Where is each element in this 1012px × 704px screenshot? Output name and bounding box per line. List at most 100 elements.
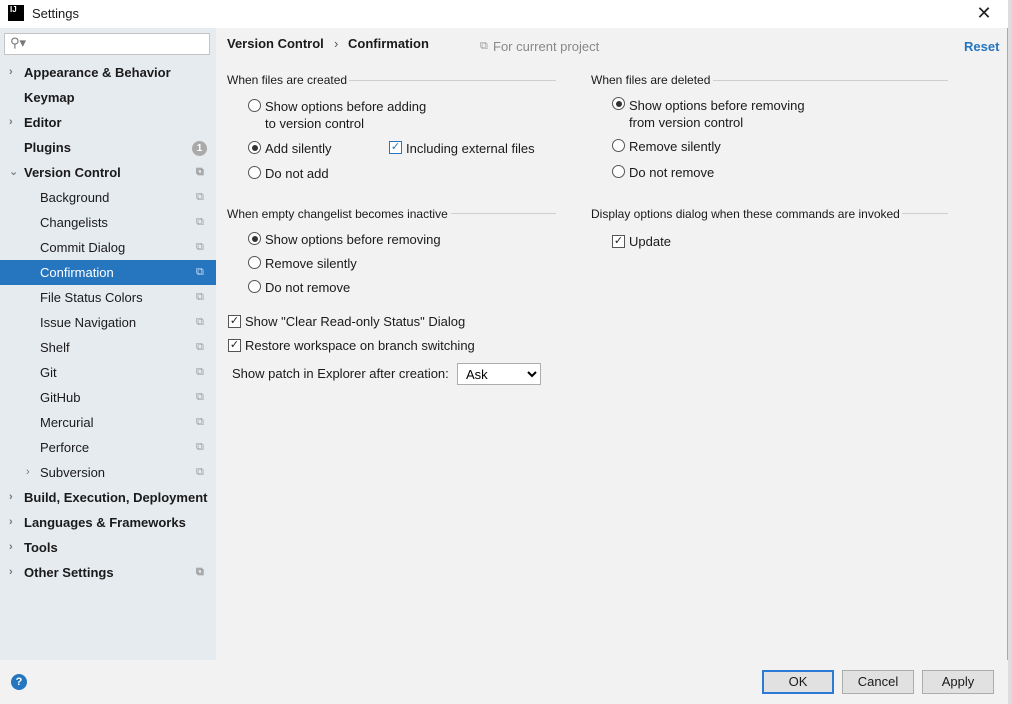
- project-scope-icon: ⧉: [196, 341, 204, 353]
- radio-add-silently[interactable]: [248, 141, 261, 154]
- project-scope-icon: ⧉: [480, 40, 488, 52]
- sidebar-item-label: Appearance & Behavior: [24, 65, 171, 80]
- sidebar-item-label: Version Control: [24, 165, 121, 180]
- divider: [349, 80, 556, 81]
- app-logo: IJ: [8, 5, 24, 21]
- label: Update: [629, 234, 671, 249]
- radio-show-options-adding[interactable]: [248, 99, 261, 112]
- help-icon[interactable]: ?: [11, 674, 27, 690]
- apply-button[interactable]: Apply: [922, 670, 994, 694]
- chevron-right-icon[interactable]: ›: [9, 510, 13, 535]
- sidebar-item[interactable]: Background ⧉: [0, 185, 216, 210]
- sidebar-item-label: Commit Dialog: [40, 240, 126, 255]
- checkbox-clear-readonly[interactable]: ✓: [228, 315, 241, 328]
- radio-show-options-removing[interactable]: [612, 97, 625, 110]
- sidebar-item-label: Tools: [24, 540, 58, 555]
- label: Remove silently: [629, 139, 721, 154]
- sidebar-item[interactable]: Confirmation ⧉: [0, 260, 216, 285]
- sidebar-item-label: Build, Execution, Deployment: [24, 490, 208, 505]
- checkbox-restore-workspace[interactable]: ✓: [228, 339, 241, 352]
- sidebar-item[interactable]: Shelf ⧉: [0, 335, 216, 360]
- project-scope-icon: ⧉: [196, 441, 204, 453]
- chevron-right-icon[interactable]: ›: [9, 485, 13, 510]
- chevron-down-icon[interactable]: ⌄: [9, 160, 18, 185]
- sidebar-item-label: Confirmation: [40, 265, 114, 280]
- chevron-right-icon[interactable]: ›: [9, 560, 13, 585]
- label: Remove silently: [265, 256, 357, 271]
- divider: [451, 213, 556, 214]
- cancel-button[interactable]: Cancel: [842, 670, 914, 694]
- chevron-right-icon[interactable]: ›: [9, 535, 13, 560]
- sidebar-item[interactable]: › Build, Execution, Deployment: [0, 485, 216, 510]
- sidebar-item-label: Git: [40, 365, 57, 380]
- project-scope-icon: ⧉: [196, 191, 204, 203]
- sidebar-item[interactable]: Mercurial ⧉: [0, 410, 216, 435]
- settings-window: IJ Settings ✕ ⚲▾ › Appearance & Behavior K…: [0, 0, 1008, 704]
- search-input[interactable]: ⚲▾: [4, 33, 210, 55]
- label: Do not remove: [629, 165, 715, 180]
- sidebar-item[interactable]: Plugins 1: [0, 135, 216, 160]
- project-scope-icon: ⧉: [196, 266, 204, 278]
- project-scope-icon: ⧉: [196, 316, 204, 328]
- section-commands: Display options dialog when these comman…: [591, 207, 900, 221]
- chevron-right-icon[interactable]: ›: [26, 460, 30, 485]
- label: Restore workspace on branch switching: [245, 338, 475, 353]
- project-scope-icon: ⧉: [196, 241, 204, 253]
- project-scope-icon: ⧉: [196, 216, 204, 228]
- sidebar-item[interactable]: › Appearance & Behavior: [0, 60, 216, 85]
- radio-empty-remove-silently[interactable]: [248, 256, 261, 269]
- sidebar-item[interactable]: Perforce ⧉: [0, 435, 216, 460]
- sidebar-item[interactable]: › Editor: [0, 110, 216, 135]
- sidebar-item-label: Mercurial: [40, 415, 94, 430]
- breadcrumb-separator: ›: [334, 36, 339, 51]
- scope-label: For current project: [493, 39, 600, 54]
- project-scope-icon: ⧉: [196, 566, 204, 578]
- sidebar-item-label: Background: [40, 190, 110, 205]
- sidebar-item[interactable]: File Status Colors ⧉: [0, 285, 216, 310]
- breadcrumb-version-control[interactable]: Version Control: [227, 36, 324, 51]
- patch-dropdown[interactable]: Ask: [457, 363, 541, 385]
- radio-empty-show-options[interactable]: [248, 232, 261, 245]
- sidebar-item[interactable]: GitHub ⧉: [0, 385, 216, 410]
- radio-empty-do-not-remove[interactable]: [248, 280, 261, 293]
- sidebar-item-label: Perforce: [40, 440, 90, 455]
- close-icon[interactable]: ✕: [972, 2, 996, 24]
- label: Do not add: [265, 166, 329, 181]
- checkbox-including-external[interactable]: ✓: [389, 141, 402, 154]
- chevron-right-icon[interactable]: ›: [9, 110, 13, 135]
- label: Show "Clear Read-only Status" Dialog: [245, 314, 466, 329]
- sidebar-item-label: Keymap: [24, 90, 75, 105]
- sidebar-item-label: Plugins: [24, 140, 71, 155]
- radio-do-not-remove[interactable]: [612, 165, 625, 178]
- label: Add silently: [265, 141, 332, 156]
- checkbox-update[interactable]: ✓: [612, 235, 625, 248]
- section-files-deleted: When files are deleted: [591, 73, 711, 87]
- label: from version control: [629, 115, 744, 130]
- label: Do not remove: [265, 280, 351, 295]
- reset-link[interactable]: Reset: [964, 39, 999, 54]
- sidebar-item[interactable]: › Languages & Frameworks: [0, 510, 216, 535]
- sidebar-item[interactable]: › Tools: [0, 535, 216, 560]
- sidebar: ⚲▾ › Appearance & Behavior Keymap › Editor Pl…: [0, 28, 216, 660]
- sidebar-item[interactable]: ⌄ Version Control ⧉: [0, 160, 216, 185]
- sidebar-item-label: GitHub: [40, 390, 81, 405]
- sidebar-item[interactable]: Changelists ⧉: [0, 210, 216, 235]
- sidebar-item-label: Issue Navigation: [40, 315, 137, 330]
- title-bar: IJ Settings ✕: [0, 0, 1008, 28]
- window-title: Settings: [32, 6, 79, 21]
- sidebar-item[interactable]: Git ⧉: [0, 360, 216, 385]
- sidebar-item[interactable]: Commit Dialog ⧉: [0, 235, 216, 260]
- label: Show options before removing: [629, 98, 805, 113]
- sidebar-item[interactable]: › Subversion ⧉: [0, 460, 216, 485]
- radio-remove-silently[interactable]: [612, 139, 625, 152]
- label: Including external files: [406, 141, 535, 156]
- project-scope-icon: ⧉: [196, 466, 204, 478]
- label: Show options before adding: [265, 99, 427, 114]
- sidebar-item[interactable]: Keymap: [0, 85, 216, 110]
- chevron-right-icon[interactable]: ›: [9, 60, 13, 85]
- sidebar-item[interactable]: Issue Navigation ⧉: [0, 310, 216, 335]
- sidebar-item[interactable]: › Other Settings ⧉: [0, 560, 216, 585]
- radio-do-not-add[interactable]: [248, 166, 261, 179]
- ok-button[interactable]: OK: [762, 670, 834, 694]
- divider: [902, 213, 948, 214]
